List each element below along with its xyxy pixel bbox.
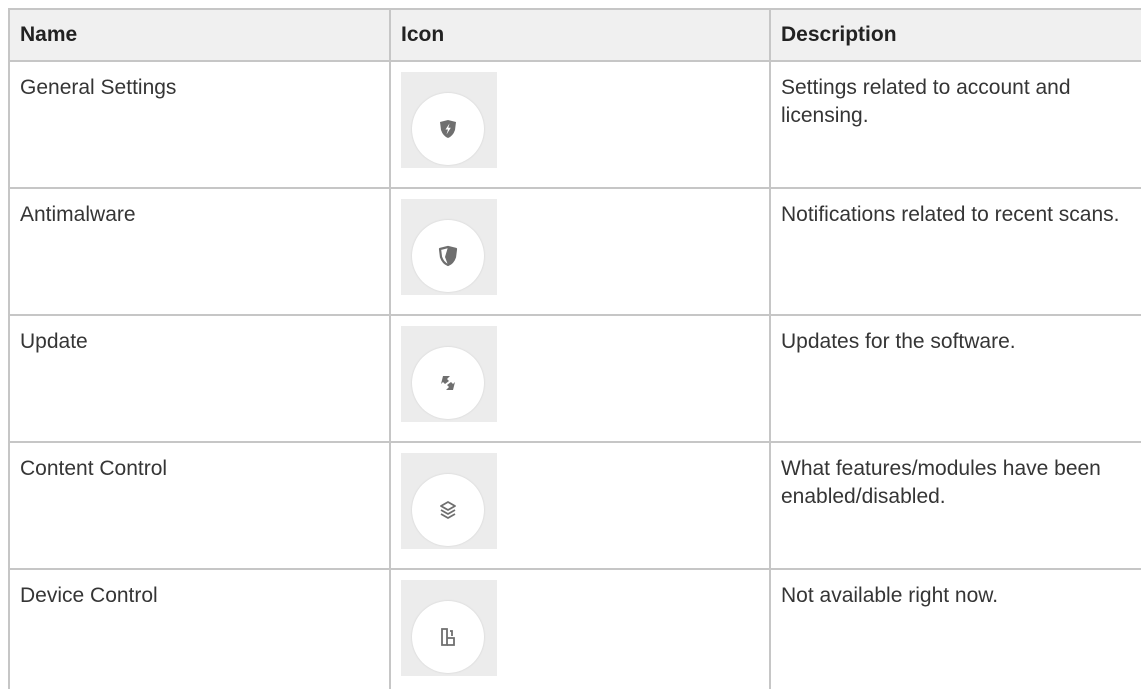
shield-half-icon bbox=[412, 220, 484, 292]
header-icon: Icon bbox=[389, 8, 771, 62]
row-description-cell: Notifications related to recent scans. bbox=[769, 187, 1141, 316]
row-name-cell: General Settings bbox=[8, 60, 391, 189]
update-arrows-icon bbox=[412, 347, 484, 419]
device-icon bbox=[412, 601, 484, 673]
row-icon-cell bbox=[389, 60, 771, 189]
table-row: General Settings Settings related to acc… bbox=[8, 60, 1141, 189]
row-description-cell: Not available right now. bbox=[769, 568, 1141, 689]
table-row: Update Updates for the software. bbox=[8, 314, 1141, 443]
row-icon-cell bbox=[389, 441, 771, 570]
notification-categories-table: Name Icon Description General Settings S… bbox=[8, 8, 1141, 689]
table-row: Device Control Not available right now. bbox=[8, 568, 1141, 689]
row-description-cell: Settings related to account and licensin… bbox=[769, 60, 1141, 189]
layers-icon bbox=[412, 474, 484, 546]
row-description: Updates for the software. bbox=[781, 330, 1016, 353]
row-description: Not available right now. bbox=[781, 584, 999, 607]
icon-tile bbox=[401, 72, 497, 168]
row-icon-cell bbox=[389, 314, 771, 443]
row-name-cell: Content Control bbox=[8, 441, 391, 570]
shield-bolt-icon bbox=[412, 93, 484, 165]
row-name-cell: Device Control bbox=[8, 568, 391, 689]
row-icon-cell bbox=[389, 187, 771, 316]
row-name-cell: Update bbox=[8, 314, 391, 443]
notification-categories-table-wrapper: Name Icon Description General Settings S… bbox=[0, 0, 1141, 689]
header-description: Description bbox=[769, 8, 1141, 62]
table-header-row: Name Icon Description bbox=[8, 8, 1141, 62]
table-row: Content Control What features/modules ha… bbox=[8, 441, 1141, 570]
row-name-cell: Antimalware bbox=[8, 187, 391, 316]
icon-tile bbox=[401, 199, 497, 295]
icon-tile bbox=[401, 580, 497, 676]
row-description: Notifications related to recent scans. bbox=[781, 203, 1120, 226]
icon-tile bbox=[401, 326, 497, 422]
row-description: Settings related to account and licensin… bbox=[781, 76, 1071, 127]
icon-tile bbox=[401, 453, 497, 549]
table-row: Antimalware Notifications related to rec… bbox=[8, 187, 1141, 316]
row-description-cell: What features/modules have been enabled/… bbox=[769, 441, 1141, 570]
row-description-cell: Updates for the software. bbox=[769, 314, 1141, 443]
row-description: What features/modules have been enabled/… bbox=[781, 457, 1101, 508]
header-name: Name bbox=[8, 8, 391, 62]
row-icon-cell bbox=[389, 568, 771, 689]
